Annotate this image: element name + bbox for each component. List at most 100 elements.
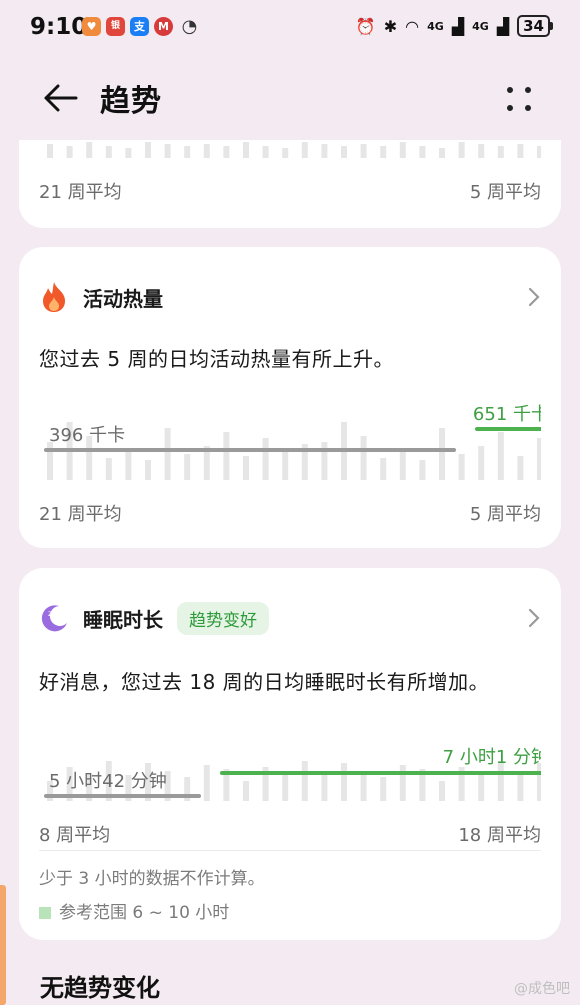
svg-text:z: z <box>48 609 52 618</box>
background-bar <box>282 773 289 801</box>
sleep-axis-right: 18 周平均 <box>458 825 541 846</box>
sleep-card-title: 睡眠时长 <box>83 607 163 632</box>
background-bar <box>478 144 485 158</box>
background-bar <box>262 438 269 480</box>
sleep-left-value: 5 小时42 分钟 <box>49 771 167 792</box>
background-bar <box>301 761 308 801</box>
background-bar <box>223 146 230 158</box>
sleep-summary: 好消息，您过去 18 周的日均睡眠时长有所增加。 <box>39 670 490 694</box>
background-bar <box>105 458 112 480</box>
reference-range-label: 参考范围 6 ~ 10 小时 <box>59 903 230 923</box>
trend-status-badge: 趋势变好 <box>177 601 269 635</box>
status-icons: ⏰ ✱ ◠ 4G ▟ 4G ▟ 34 <box>355 15 553 37</box>
background-bar <box>478 773 485 801</box>
calories-axis-right: 5 周平均 <box>469 504 541 525</box>
sleep-card-header[interactable]: z 睡眠时长 趋势变好 <box>39 600 541 636</box>
background-bar <box>321 775 328 801</box>
background-bar <box>380 146 387 158</box>
status-time: 9:10 <box>30 14 88 40</box>
axis-label-right: 5 周平均 <box>469 182 541 203</box>
background-bar <box>537 146 541 158</box>
background-bar <box>86 142 93 158</box>
background-bar <box>439 148 445 158</box>
calories-card-header[interactable]: 活动热量 <box>39 279 541 315</box>
calories-trend-card[interactable]: 活动热量 您过去 5 周的日均活动热量有所上升。 396 千卡 651 千卡 2… <box>19 247 561 548</box>
background-bar <box>203 144 210 158</box>
previous-trend-bars <box>47 142 541 158</box>
sleep-note: 少于 3 小时的数据不作计算。 <box>39 869 265 889</box>
axis-label-left: 21 周平均 <box>39 182 122 203</box>
background-bar <box>145 142 151 158</box>
background-bar <box>341 146 347 158</box>
background-bar <box>458 454 465 480</box>
trend-card-previous[interactable]: 21 周平均 5 周平均 <box>19 140 561 228</box>
background-bar <box>360 771 367 801</box>
background-bar <box>360 144 367 158</box>
calories-right-value: 651 千卡 <box>473 404 541 425</box>
background-bar <box>399 765 406 801</box>
background-bar <box>439 781 445 801</box>
background-bar <box>517 775 524 801</box>
back-arrow-icon[interactable] <box>40 80 80 116</box>
background-bar <box>125 148 132 158</box>
background-bar <box>419 460 426 480</box>
background-bar <box>517 144 524 158</box>
calories-summary: 您过去 5 周的日均活动热量有所上升。 <box>39 347 394 371</box>
signal-icon-2: ▟ <box>496 16 510 36</box>
background-bar <box>341 763 347 801</box>
chevron-right-icon <box>528 608 540 628</box>
sleep-trend-card[interactable]: z 睡眠时长 趋势变好 好消息，您过去 18 周的日均睡眠时长有所增加。 5 小… <box>19 568 561 940</box>
background-bar <box>380 458 387 480</box>
edge-indicator <box>0 885 6 1005</box>
reference-range-legend: 参考范围 6 ~ 10 小时 <box>39 898 229 923</box>
background-bar <box>282 450 289 480</box>
signal-icon-1: ▟ <box>451 16 465 36</box>
battery-indicator: 34 <box>517 15 553 37</box>
background-bar <box>399 142 406 158</box>
metro-app-icon: M <box>154 17 173 36</box>
background-bar <box>164 144 171 158</box>
card-divider <box>39 850 541 851</box>
background-bar <box>517 456 524 480</box>
background-bar <box>360 436 367 480</box>
background-bar <box>399 452 406 480</box>
background-bar <box>164 428 171 480</box>
network-4g-2: 4G <box>472 19 489 33</box>
background-bar <box>243 142 249 158</box>
background-bar <box>478 446 485 480</box>
page-title: 趋势 <box>100 84 162 119</box>
background-bar <box>380 777 387 801</box>
background-bar <box>203 765 210 801</box>
background-bar <box>321 144 328 158</box>
background-bar <box>223 432 230 480</box>
speed-app-icon: ◔ <box>181 16 198 37</box>
sleep-right-value: 7 小时1 分钟 <box>443 747 541 768</box>
app-header: 趋势 <box>0 70 580 126</box>
background-bar <box>184 146 191 158</box>
background-bar <box>125 452 132 480</box>
wifi-icon: ◠ <box>405 16 420 36</box>
more-options-icon[interactable] <box>504 84 534 114</box>
alipay-app-icon: 支 <box>130 17 149 36</box>
background-bar <box>419 146 426 158</box>
calories-left-value: 396 千卡 <box>49 425 125 446</box>
calories-card-title: 活动热量 <box>83 286 163 311</box>
background-bar <box>262 146 269 158</box>
bank-app-icon: 银 <box>106 17 125 36</box>
background-bar <box>282 148 289 158</box>
no-trend-section-title: 无趋势变化 <box>40 974 160 1002</box>
background-bar <box>66 146 73 158</box>
bluetooth-icon: ✱ <box>383 16 398 36</box>
background-bar <box>439 428 445 480</box>
background-bar <box>497 146 504 158</box>
flame-icon <box>43 282 65 312</box>
background-bar <box>243 456 249 480</box>
sleep-axis-left: 8 周平均 <box>39 825 111 846</box>
background-bar <box>145 460 151 480</box>
background-bar <box>321 442 328 480</box>
network-4g-1: 4G <box>427 19 444 33</box>
status-bar: 9:10 ♥ 银 支 M ◔ ⏰ ✱ ◠ 4G ▟ 4G ▟ 34 <box>0 0 580 56</box>
background-bar <box>497 432 504 480</box>
legend-swatch <box>39 907 51 919</box>
alarm-icon: ⏰ <box>355 16 376 36</box>
